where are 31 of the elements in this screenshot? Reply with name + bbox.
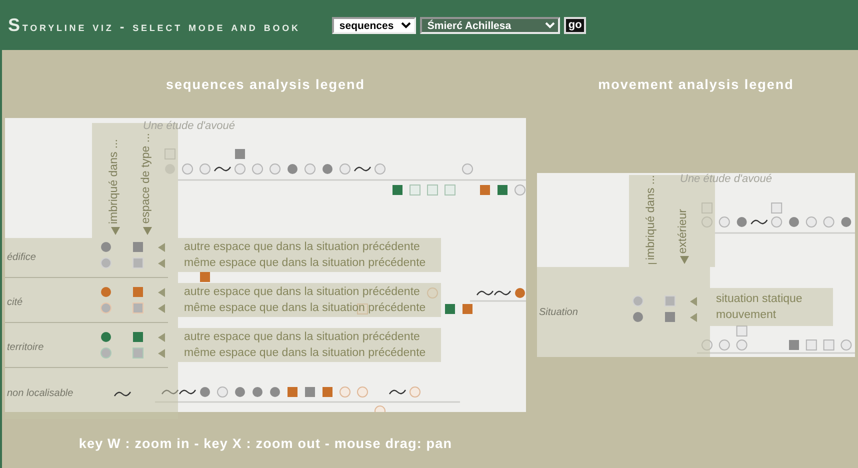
column-label: extérieur <box>676 208 690 254</box>
legend-text: autre espace que dans la situation précédente <box>184 240 421 256</box>
category-label: édifice <box>6 251 37 266</box>
category-label: Situation <box>538 306 579 320</box>
go-button[interactable]: go <box>564 16 586 34</box>
wave-marker <box>389 390 406 395</box>
column-label: espace de type ... <box>139 133 154 224</box>
column-label: imbriqué dans ... <box>644 175 658 260</box>
wave-marker <box>214 166 231 172</box>
wave-icon <box>114 390 131 398</box>
caption-text: Une étude d'avoué <box>680 173 772 186</box>
keyboard-hint: key W : zoom in - key X : zoom out - mouse drag: pan <box>78 435 454 454</box>
legend-text: mouvement <box>716 308 778 324</box>
section-heading: movement analysis legend <box>597 76 795 94</box>
category-label: non localisable <box>6 387 74 402</box>
legend-text: autre espace que dans la situation précédente <box>184 330 421 346</box>
legend-text: même espace que dans la situation précédente <box>184 346 427 362</box>
legend-text: même espace que dans la situation précédente <box>184 256 427 272</box>
caption-text: Une étude d'avoué <box>143 120 236 132</box>
section-heading: sequences analysis legend <box>164 76 366 94</box>
category-label: territoire <box>6 341 45 356</box>
category-label: cité <box>6 296 24 310</box>
mode-select[interactable]: sequences <box>332 16 416 34</box>
legend-text: situation statique <box>716 292 804 308</box>
legend-text: même espace que dans la situation précédente <box>184 301 427 316</box>
legend-text: autre espace que dans la situation précédente <box>184 285 421 300</box>
wave-marker <box>750 220 768 225</box>
wave-marker <box>354 166 371 172</box>
book-select[interactable]: Śmierć Achillesa <box>420 16 560 34</box>
app-title: Storyline viz - select mode and book <box>8 14 300 36</box>
column-label: imbriqué dans ... <box>107 139 122 224</box>
